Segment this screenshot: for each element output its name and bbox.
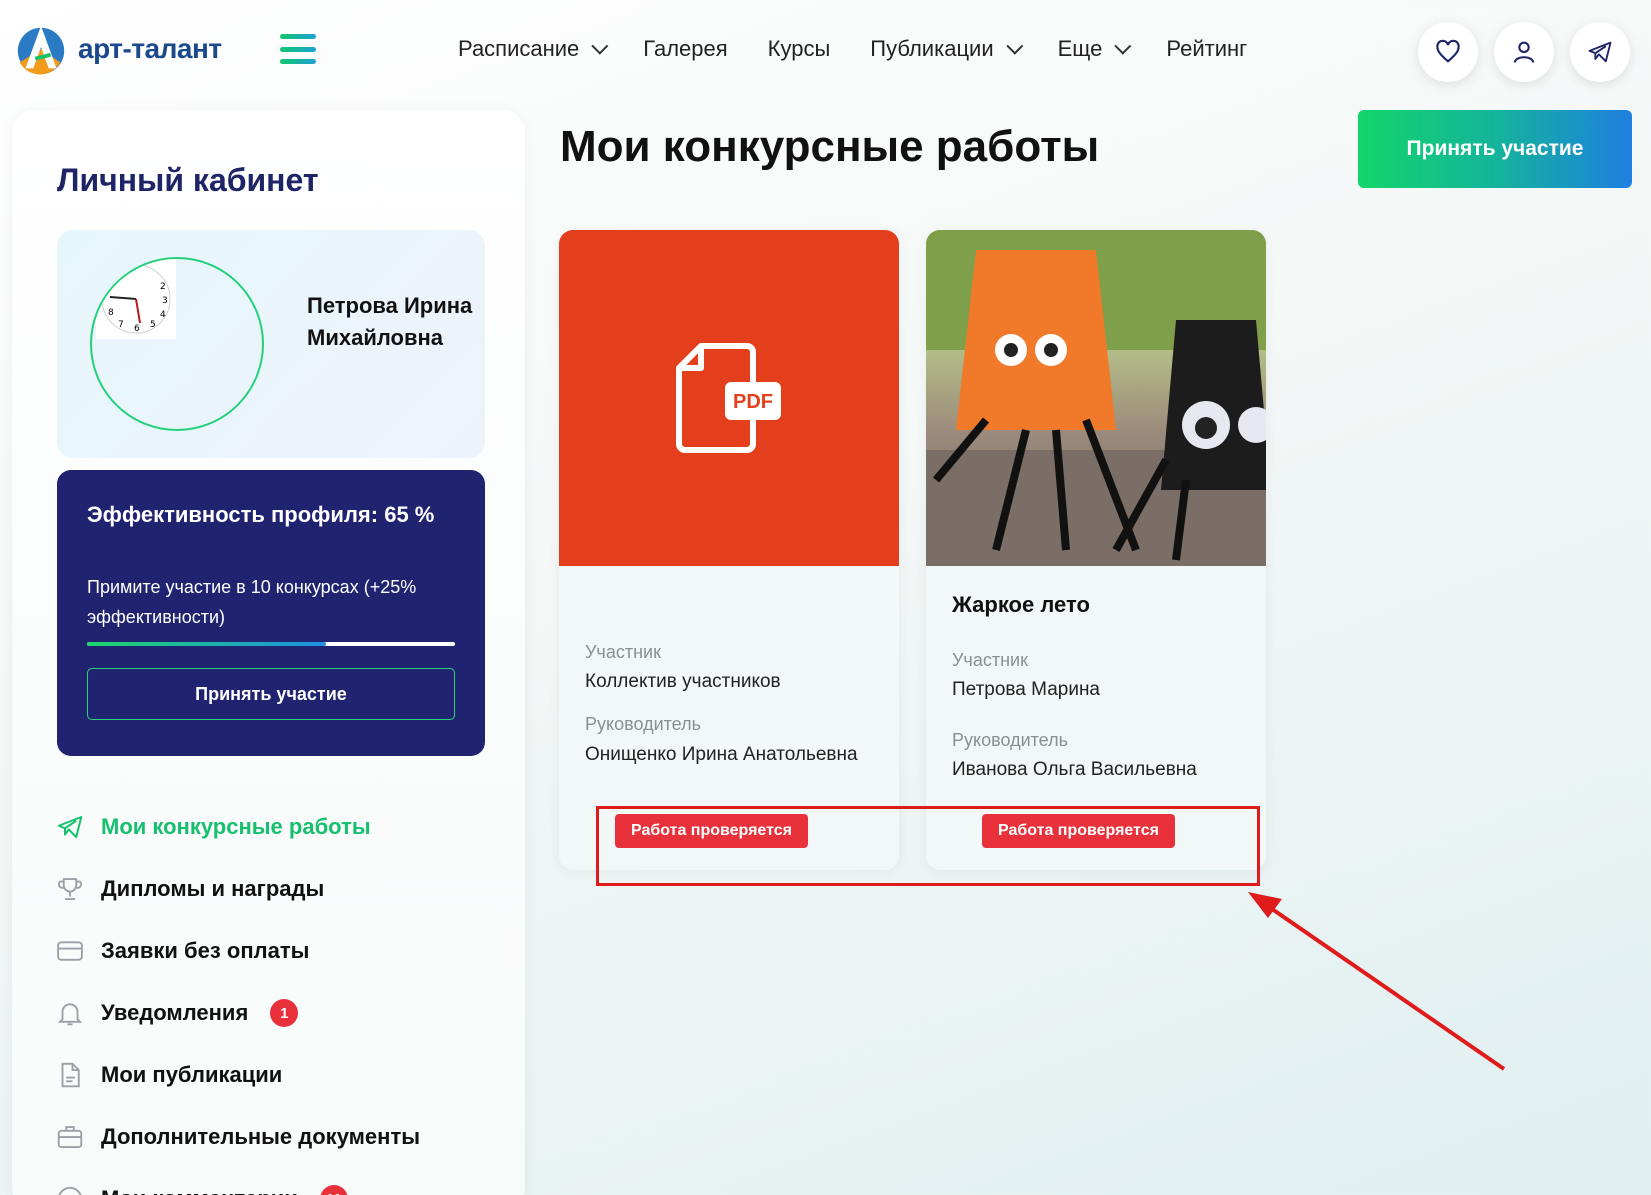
craft-spiders-photo-icon	[926, 230, 1266, 566]
svg-text:3: 3	[162, 296, 168, 306]
bell-icon	[57, 1003, 83, 1026]
clock-image-icon: 2 3 4 5 6 7 8	[96, 259, 176, 339]
nav-item-schedule[interactable]: Расписание	[458, 36, 609, 62]
leader-value: Онищенко Ирина Анатольевна	[585, 744, 858, 765]
annotation-highlight-box	[596, 806, 1260, 886]
page-title: Мои конкурсные работы	[560, 122, 1100, 171]
avatar[interactable]: 2 3 4 5 6 7 8	[90, 257, 264, 431]
svg-text:5: 5	[150, 320, 156, 330]
svg-text:6: 6	[134, 324, 140, 334]
sidebar-title: Личный кабинет	[57, 162, 319, 198]
participant-value: Петрова Марина	[952, 679, 1101, 700]
leader-label: Руководитель	[952, 730, 1068, 750]
participant-label: Участник	[952, 650, 1028, 670]
work-card[interactable]: Жаркое лето Участник Петрова Марина Руко…	[926, 230, 1266, 870]
menu-burger-icon[interactable]	[280, 34, 316, 64]
comments-badge: 11	[319, 1185, 348, 1195]
favorites-button[interactable]	[1418, 22, 1478, 82]
participant-value: Коллектив участников	[585, 671, 781, 692]
telegram-icon	[1588, 41, 1612, 63]
trophy-icon	[57, 878, 83, 900]
pdf-file-icon: PDF	[676, 343, 781, 453]
work-title: Жаркое лето	[952, 592, 1090, 617]
logo-text: арт-талант	[78, 33, 222, 64]
sidebar-item-diplomas[interactable]: Дипломы и награды	[55, 858, 515, 920]
profile-button[interactable]	[1494, 22, 1554, 82]
pdf-label: PDF	[733, 391, 773, 413]
sidebar-menu: Мои конкурсные работы Дипломы и награды …	[55, 796, 515, 1195]
work-thumbnail: PDF	[559, 230, 899, 566]
leader-value: Иванова Ольга Васильевна	[952, 759, 1197, 780]
profile-card: 2 3 4 5 6 7 8 Петрова Ирина Михайловна	[57, 230, 485, 458]
sidebar-item-unpaid-requests[interactable]: Заявки без оплаты	[55, 920, 515, 982]
sidebar: Личный кабинет 2 3 4 5 6 7 8 Петрова Ири…	[12, 110, 525, 1195]
nav-item-more[interactable]: Еще	[1058, 36, 1132, 62]
chevron-down-icon	[1005, 37, 1023, 55]
comment-icon	[58, 1186, 82, 1195]
main-nav: Расписание Галерея Курсы Публикации Еще …	[458, 36, 1247, 62]
nav-item-rating[interactable]: Рейтинг	[1166, 36, 1247, 62]
nav-item-courses[interactable]: Курсы	[768, 36, 831, 62]
effectiveness-progress-fill	[87, 642, 327, 646]
header-actions	[1418, 22, 1630, 82]
chevron-down-icon	[591, 37, 609, 55]
user-icon	[1513, 41, 1535, 63]
site-logo[interactable]: арт-талант	[12, 20, 222, 78]
svg-text:7: 7	[118, 320, 124, 330]
effectiveness-card: Эффективность профиля: 65 % Примите учас…	[57, 470, 485, 756]
svg-text:2: 2	[160, 282, 166, 292]
participate-button-sidebar[interactable]: Принять участие	[87, 668, 455, 720]
notifications-badge: 1	[270, 999, 299, 1027]
sidebar-item-additional-documents[interactable]: Дополнительные документы	[55, 1106, 515, 1168]
sidebar-item-my-publications[interactable]: Мои публикации	[55, 1044, 515, 1106]
svg-text:8: 8	[108, 308, 114, 318]
profile-name: Петрова Ирина Михайловна	[307, 293, 473, 350]
nav-item-gallery[interactable]: Галерея	[643, 36, 727, 62]
paper-plane-icon	[57, 816, 83, 838]
work-thumbnail	[926, 230, 1266, 566]
sidebar-item-my-comments[interactable]: Мои комментарии 11	[55, 1168, 515, 1195]
telegram-button[interactable]	[1570, 22, 1630, 82]
effectiveness-progress	[87, 642, 455, 646]
work-card[interactable]: PDF Участник Коллектив участников Руково…	[559, 230, 899, 870]
sidebar-item-notifications[interactable]: Уведомления 1	[55, 982, 515, 1044]
logo-mark-icon	[17, 25, 65, 75]
participant-label: Участник	[585, 642, 661, 662]
briefcase-icon	[57, 1126, 83, 1148]
document-icon	[61, 1062, 80, 1088]
sidebar-item-my-works[interactable]: Мои конкурсные работы	[55, 796, 515, 858]
effectiveness-description: Примите участие в 10 конкурсах (+25% эфф…	[87, 577, 417, 627]
card-icon	[57, 941, 83, 961]
svg-text:4: 4	[160, 310, 166, 320]
site-header: арт-талант Расписание Галерея Курсы Публ…	[0, 0, 1651, 110]
chevron-down-icon	[1114, 37, 1132, 55]
heart-icon	[1436, 39, 1460, 63]
participate-button[interactable]: Принять участие	[1358, 110, 1632, 188]
nav-item-publications[interactable]: Публикации	[870, 36, 1023, 62]
effectiveness-title: Эффективность профиля: 65 %	[87, 502, 435, 527]
leader-label: Руководитель	[585, 714, 701, 734]
